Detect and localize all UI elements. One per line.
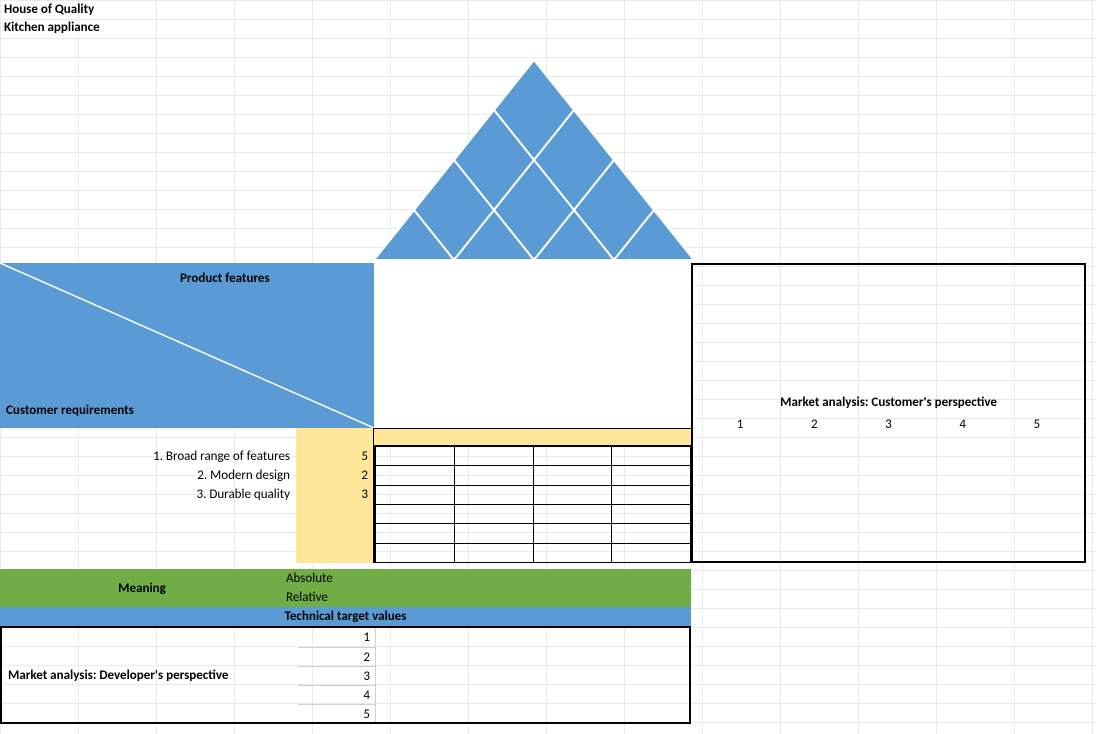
scale-value: 5 <box>1003 417 1070 432</box>
requirement-weights: 5 2 3 <box>296 447 374 504</box>
correlation-roof <box>374 60 694 260</box>
title-line-2: Kitchen appliance <box>4 20 100 35</box>
customer-requirements-label: Customer requirements <box>6 403 134 418</box>
requirement-label: 1. Broad range of features <box>0 447 296 466</box>
feature-columns-header <box>374 263 691 428</box>
relationship-matrix[interactable] <box>374 446 691 563</box>
product-features-label: Product features <box>180 271 270 286</box>
requirements-list: 1. Broad range of features 2. Modern des… <box>0 447 296 504</box>
market-analysis-title: Market analysis: Customer's perspective <box>693 395 1084 410</box>
requirement-weight[interactable]: 5 <box>296 447 374 466</box>
scale-value: 1 <box>298 628 376 647</box>
requirement-weight[interactable]: 2 <box>296 466 374 485</box>
market-analysis-customer: Market analysis: Customer's perspective … <box>691 263 1086 563</box>
scale-value: 2 <box>298 647 376 666</box>
scale-value: 4 <box>929 417 996 432</box>
requirement-label: 2. Modern design <box>0 466 296 485</box>
market-analysis-developer: Market analysis: Developer's perspective… <box>0 626 691 724</box>
importance-bar: Meaning Absolute Relative <box>0 569 691 607</box>
developer-scale: 1 2 3 4 5 <box>298 628 376 723</box>
scale-value: 3 <box>855 417 922 432</box>
worksheet[interactable]: House of Quality Kitchen appliance Produ… <box>0 0 1096 734</box>
title-line-1: House of Quality <box>4 2 94 17</box>
technical-targets-bar: Technical target values <box>0 607 691 626</box>
scale-value: 5 <box>298 704 376 723</box>
meaning-label: Meaning <box>0 569 284 607</box>
requirement-label: 3. Durable quality <box>0 485 296 504</box>
scale-value: 2 <box>781 417 848 432</box>
meaning-relative: Relative <box>284 588 328 607</box>
market-analysis-scale: 1 2 3 4 5 <box>693 417 1084 432</box>
requirement-weight[interactable]: 3 <box>296 485 374 504</box>
meaning-absolute: Absolute <box>284 569 333 588</box>
header-block: Product features Customer requirements <box>0 263 374 428</box>
scale-value: 1 <box>707 417 774 432</box>
scale-value: 4 <box>298 685 376 704</box>
scale-value: 3 <box>298 666 376 685</box>
feature-weight-row-bg <box>374 428 691 446</box>
